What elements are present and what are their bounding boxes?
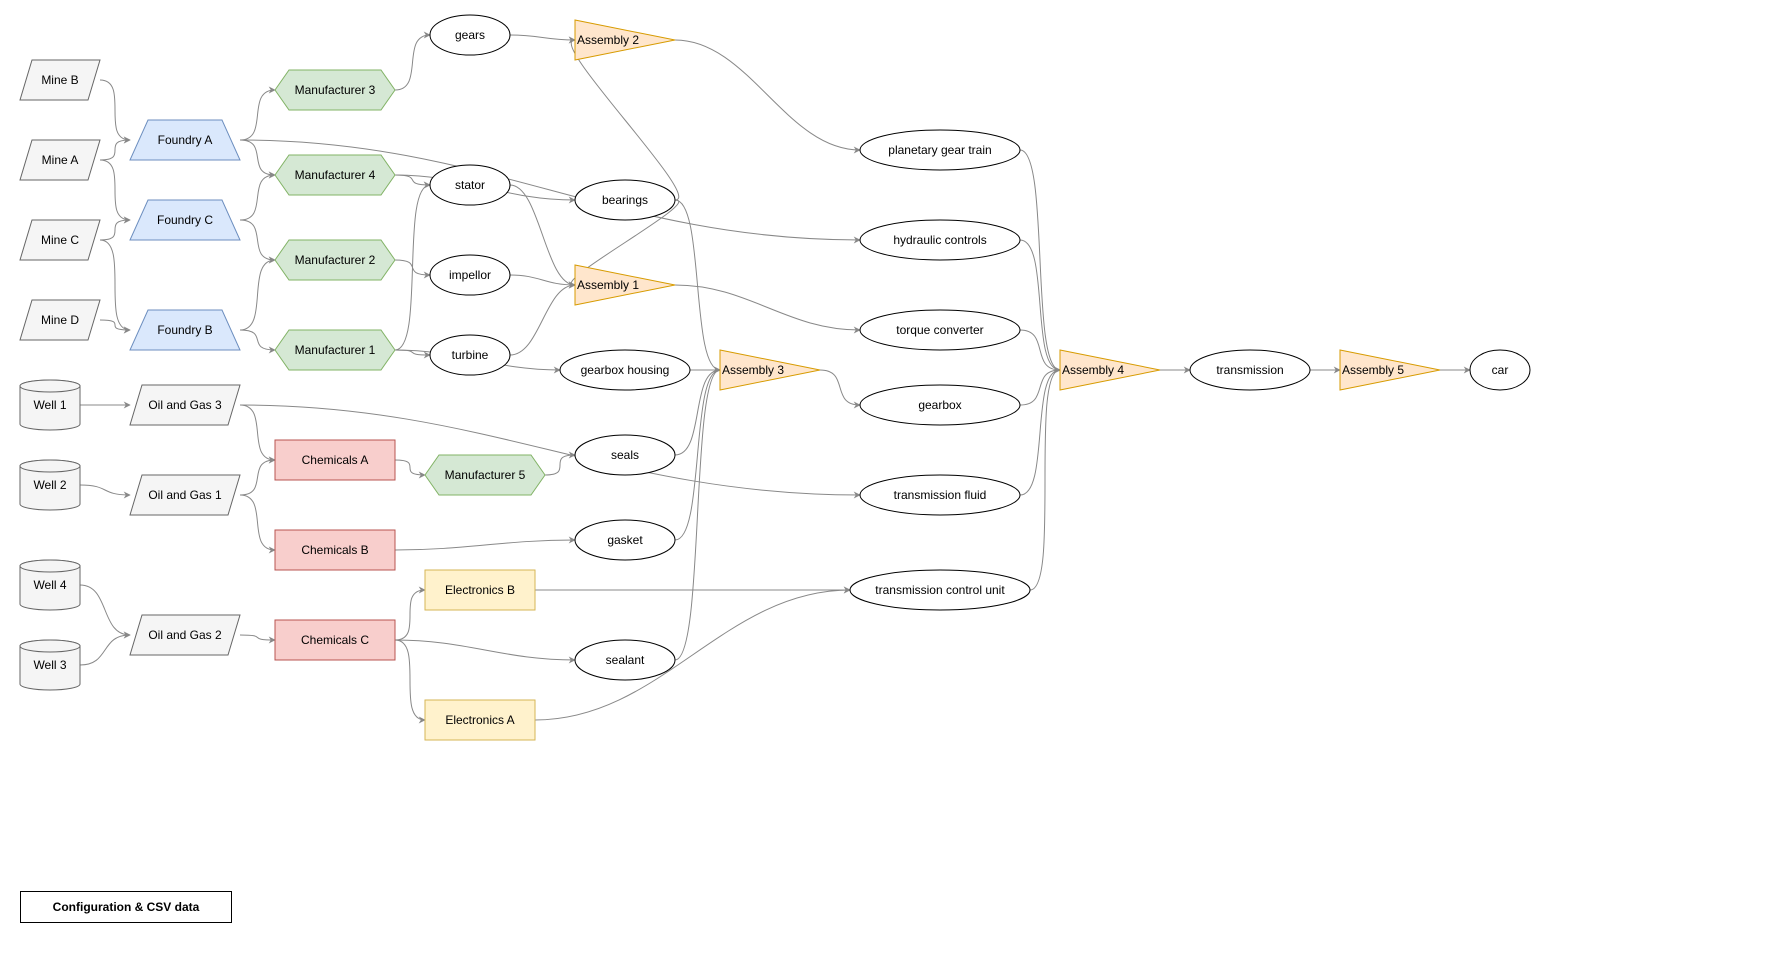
node-car[interactable]: car (1470, 350, 1530, 390)
edge-oilgas_2-chem_c (240, 635, 275, 640)
edge-oilgas_1-chem_a (240, 460, 275, 495)
edge-asm_3-gearbox (820, 370, 860, 405)
edge-well_4-oilgas_2 (80, 585, 130, 635)
node-well_1[interactable]: Well 1 (20, 380, 80, 430)
node-mfr_4[interactable]: Manufacturer 4 (275, 155, 395, 195)
node-asm_2[interactable]: Assembly 2 (575, 20, 675, 60)
edge-chem_a-mfr_5 (395, 460, 425, 475)
edge-foundry_b-mfr_1 (240, 330, 275, 350)
node-seals[interactable]: seals (575, 435, 675, 475)
edge-mfr_3-gears (395, 35, 430, 90)
edge-chem_c-elec_a (395, 640, 425, 720)
node-mfr_2[interactable]: Manufacturer 2 (275, 240, 395, 280)
node-asm_4[interactable]: Assembly 4 (1060, 350, 1160, 390)
edge-gearbox-asm_4 (1020, 370, 1060, 405)
edge-gears-asm_2 (510, 35, 575, 40)
node-torque[interactable]: torque converter (860, 310, 1020, 350)
node-foundry_a[interactable]: Foundry A (130, 120, 240, 160)
node-tcu[interactable]: transmission control unit (850, 570, 1030, 610)
node-foundry_b[interactable]: Foundry B (130, 310, 240, 350)
footer-config-box: Configuration & CSV data (20, 891, 232, 923)
node-pgt[interactable]: planetary gear train (860, 130, 1020, 170)
edge-foundry_a-mfr_4 (240, 140, 275, 175)
edge-oilgas_3-chem_a (240, 405, 275, 460)
edge-foundry_c-mfr_4 (240, 175, 275, 220)
edge-well_3-oilgas_2 (80, 635, 130, 665)
node-impellor[interactable]: impellor (430, 255, 510, 295)
node-elec_b[interactable]: Electronics B (425, 570, 535, 610)
edge-mine_c-foundry_b (100, 240, 130, 330)
edge-mine_c-foundry_c (100, 220, 130, 240)
node-mine_c[interactable]: Mine C (20, 220, 100, 260)
node-mine_b[interactable]: Mine B (20, 60, 100, 100)
node-bearings[interactable]: bearings (575, 180, 675, 220)
edge-mine_d-foundry_b (100, 320, 130, 330)
edge-pgt-asm_4 (1020, 150, 1060, 370)
node-chem_c[interactable]: Chemicals C (275, 620, 395, 660)
node-asm_3[interactable]: Assembly 3 (720, 350, 820, 390)
edge-oilgas_1-chem_b (240, 495, 275, 550)
node-asm_5[interactable]: Assembly 5 (1340, 350, 1440, 390)
node-oilgas_2[interactable]: Oil and Gas 2 (130, 615, 240, 655)
node-oilgas_1[interactable]: Oil and Gas 1 (130, 475, 240, 515)
edge-chem_c-elec_b (395, 590, 425, 640)
edge-bearings-asm_2 (571, 40, 679, 200)
node-mfr_3[interactable]: Manufacturer 3 (275, 70, 395, 110)
node-well_3[interactable]: Well 3 (20, 640, 80, 690)
node-elec_a[interactable]: Electronics A (425, 700, 535, 740)
node-chem_a[interactable]: Chemicals A (275, 440, 395, 480)
edge-tcu-asm_4 (1030, 370, 1060, 590)
node-tfluid[interactable]: transmission fluid (860, 475, 1020, 515)
edge-foundry_c-mfr_2 (240, 220, 275, 260)
node-turbine[interactable]: turbine (430, 335, 510, 375)
node-foundry_c[interactable]: Foundry C (130, 200, 240, 240)
edge-chem_b-gasket (395, 540, 575, 550)
node-mfr_1[interactable]: Manufacturer 1 (275, 330, 395, 370)
node-stator[interactable]: stator (430, 165, 510, 205)
edge-well_2-oilgas_1 (80, 485, 130, 495)
node-oilgas_3[interactable]: Oil and Gas 3 (130, 385, 240, 425)
node-sealant[interactable]: sealant (575, 640, 675, 680)
edge-asm_2-pgt (675, 40, 860, 150)
node-mine_d[interactable]: Mine D (20, 300, 100, 340)
edge-turbine-asm_1 (510, 285, 575, 355)
node-mfr_5[interactable]: Manufacturer 5 (425, 455, 545, 495)
node-well_4[interactable]: Well 4 (20, 560, 80, 610)
node-gbx_house[interactable]: gearbox housing (560, 350, 690, 390)
edge-impellor-asm_1 (510, 275, 575, 285)
node-well_2[interactable]: Well 2 (20, 460, 80, 510)
node-asm_1[interactable]: Assembly 1 (575, 265, 675, 305)
edge-asm_1-torque (675, 285, 860, 330)
edge-mine_a-foundry_c (100, 160, 130, 220)
node-mine_a[interactable]: Mine A (20, 140, 100, 180)
edge-mine_a-foundry_a (100, 140, 130, 160)
edge-seals-asm_3 (675, 370, 720, 455)
edge-foundry_a-mfr_3 (240, 90, 275, 140)
node-chem_b[interactable]: Chemicals B (275, 530, 395, 570)
edge-mfr_5-seals (545, 455, 575, 475)
diagram-canvas: Mine B Mine A Mine C Mine D Well 1 Well 2 Well… (0, 0, 1791, 953)
edge-foundry_b-mfr_2 (240, 260, 275, 330)
edge-torque-asm_4 (1020, 330, 1060, 370)
node-hydctl[interactable]: hydraulic controls (860, 220, 1020, 260)
edge-mine_b-foundry_a (100, 80, 130, 140)
edge-mfr_1-stator (395, 185, 430, 350)
footer-label: Configuration & CSV data (53, 900, 200, 914)
node-gasket[interactable]: gasket (575, 520, 675, 560)
node-gears[interactable]: gears (430, 15, 510, 55)
node-trans[interactable]: transmission (1190, 350, 1310, 390)
edge-chem_c-sealant (395, 640, 575, 660)
node-gearbox[interactable]: gearbox (860, 385, 1020, 425)
